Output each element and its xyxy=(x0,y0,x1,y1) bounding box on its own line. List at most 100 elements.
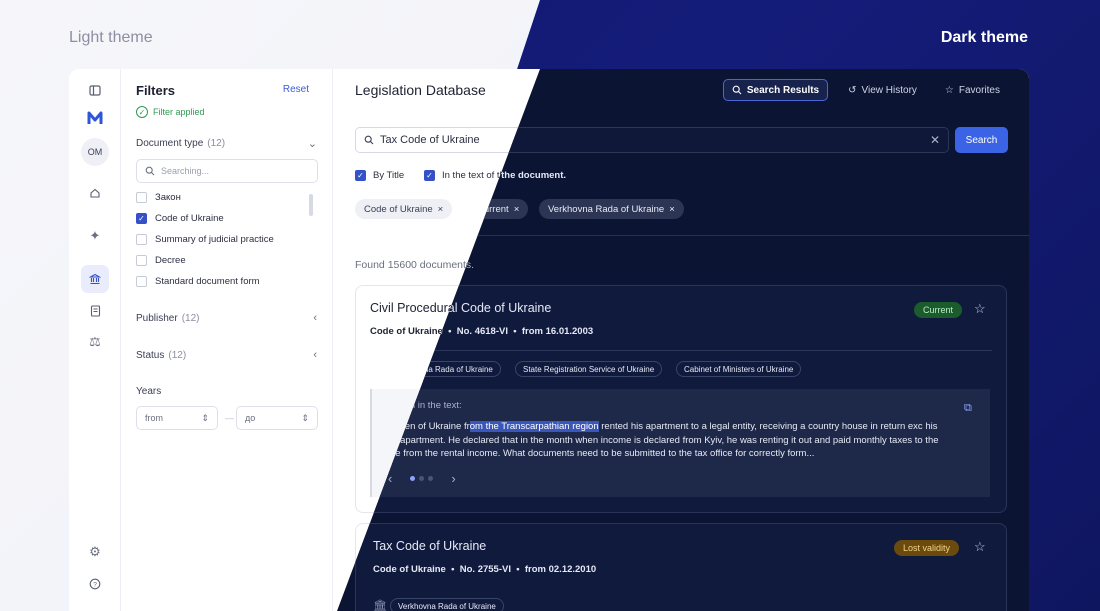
option-code-of-ukraine[interactable]: ✓ Code of Ukraine xyxy=(136,213,224,224)
tab-view-history[interactable]: ↺ View History xyxy=(840,79,925,101)
option-judicial-practice[interactable]: Summary of judicial practice xyxy=(136,234,274,245)
search-button[interactable]: Search xyxy=(955,127,1008,153)
snippet-highlight: om the Transcarpathian region xyxy=(469,421,599,432)
option-standard-form[interactable]: Standard document form xyxy=(136,276,260,287)
result-date: from 16.01.2003 xyxy=(521,326,594,337)
tab-favorites[interactable]: ☆ Favorites xyxy=(937,79,1008,101)
clear-icon[interactable]: ✕ xyxy=(930,133,940,147)
checkbox[interactable] xyxy=(136,255,147,266)
status-count: (12) xyxy=(168,349,187,361)
logo-icon xyxy=(83,107,107,129)
sparkle-icon[interactable]: ✦ xyxy=(81,222,109,250)
publisher-count: (12) xyxy=(181,312,200,324)
checkbox-checked[interactable]: ✓ xyxy=(424,170,435,181)
document-icon[interactable] xyxy=(81,297,109,325)
publisher-section[interactable]: Publisher (12) ‹ xyxy=(136,312,317,324)
year-to-select[interactable]: до ⇕ xyxy=(236,406,318,430)
filter-scrollbar[interactable] xyxy=(309,194,313,216)
snippet-pager: ‹ › xyxy=(388,471,456,486)
result-number: No. 4618-VI xyxy=(456,326,508,337)
filter-applied-status: ✓ Filter applied xyxy=(136,106,205,118)
tab-label: Favorites xyxy=(958,84,1000,96)
checkbox-checked[interactable]: ✓ xyxy=(355,170,366,181)
pager-dots xyxy=(410,476,434,481)
snippet-text: A citizen of Ukraine from the Transcarpa… xyxy=(380,420,950,461)
chevron-down-icon: ⌄ xyxy=(307,138,317,150)
home-icon[interactable] xyxy=(81,179,109,207)
year-to-value: до xyxy=(245,413,256,423)
checkbox-checked[interactable]: ✓ xyxy=(136,213,147,224)
pager-dot[interactable] xyxy=(419,476,425,481)
chip-verkhovna-rada[interactable]: Verkhovna Rada of Ukraine × xyxy=(539,199,684,219)
option-decree[interactable]: Decree xyxy=(136,255,186,266)
tab-label: View History xyxy=(861,84,917,96)
svg-text:?: ? xyxy=(93,581,97,588)
option-zakon[interactable]: Закон xyxy=(136,192,181,203)
result-type: Code of Ukraine xyxy=(370,326,443,337)
chevron-right-icon[interactable]: › xyxy=(451,471,455,486)
option-label: Standard document form xyxy=(155,276,260,287)
years-label: Years xyxy=(136,386,162,397)
checkbox[interactable] xyxy=(136,276,147,287)
chip-label: Code of Ukraine xyxy=(364,203,433,215)
range-dash: — xyxy=(225,413,234,423)
publisher-label: Publisher xyxy=(136,312,178,324)
close-icon[interactable]: × xyxy=(438,204,444,215)
publisher-tag[interactable]: State Registration Service of Ukraine xyxy=(515,361,663,377)
by-title-checkbox[interactable]: ✓ By Title xyxy=(355,170,404,181)
card-divider xyxy=(370,350,992,351)
scales-icon[interactable]: ⚖ xyxy=(81,328,109,356)
filter-applied-label: Filter applied xyxy=(153,107,205,117)
option-label: Summary of judicial practice xyxy=(155,234,274,245)
result-type: Code of Ukraine xyxy=(373,564,446,575)
close-icon[interactable]: × xyxy=(514,204,520,215)
result-title[interactable]: Tax Code of Ukraine xyxy=(373,539,486,553)
chip-label: Verkhovna Rada of Ukraine xyxy=(548,203,665,215)
status-section[interactable]: Status (12) ‹ xyxy=(136,349,317,361)
filters-title: Filters xyxy=(136,83,176,98)
page-title: Legislation Database xyxy=(355,82,486,98)
document-type-label: Document type xyxy=(136,138,204,149)
institution-icon: 🏛 xyxy=(373,600,387,611)
sidebar-toggle-icon[interactable] xyxy=(81,76,109,104)
search-icon xyxy=(145,166,155,176)
close-icon[interactable]: × xyxy=(669,204,675,215)
sort-icon: ⇕ xyxy=(201,412,209,423)
chip-code-of-ukraine[interactable]: Code of Ukraine × xyxy=(355,199,453,219)
pager-dot[interactable] xyxy=(428,476,434,481)
app-window: OM ✦ ⚖ ⚙ ? Filters Reset ✓ Filter applie… xyxy=(69,69,1029,611)
result-number: No. 2755-VI xyxy=(459,564,511,575)
publisher-tag[interactable]: Verkhovna Rada of Ukraine xyxy=(390,598,504,611)
option-label: Закон xyxy=(155,192,181,203)
status-badge: Lost validity xyxy=(894,540,960,556)
settings-icon[interactable]: ⚙ xyxy=(81,538,109,566)
light-theme-label: Light theme xyxy=(69,29,153,46)
pager-dot-active[interactable] xyxy=(410,476,416,481)
dark-theme-label: Dark theme xyxy=(940,29,1028,46)
sort-icon: ⇕ xyxy=(301,412,309,423)
nav-rail: OM ✦ ⚖ ⚙ ? xyxy=(69,69,121,611)
history-icon: ↺ xyxy=(848,84,857,96)
result-meta: Code of Ukraine • No. 2755-VI • from 02.… xyxy=(373,564,597,575)
chevron-left-icon[interactable]: ‹ xyxy=(388,471,392,486)
checkbox[interactable] xyxy=(136,192,147,203)
favorite-star-icon[interactable]: ☆ xyxy=(974,301,986,317)
filter-search-placeholder: Searching... xyxy=(161,166,210,176)
tab-search-results[interactable]: Search Results xyxy=(722,79,829,101)
avatar[interactable]: OM xyxy=(81,138,109,166)
favorite-star-icon[interactable]: ☆ xyxy=(974,539,986,555)
chevron-left-icon: ‹ xyxy=(313,312,317,324)
checkbox[interactable] xyxy=(136,234,147,245)
document-type-section[interactable]: Document type (12) ⌄ xyxy=(136,137,317,150)
status-label: Status xyxy=(136,349,165,361)
results-count: Found 15600 documents. xyxy=(355,259,475,271)
year-from-select[interactable]: from ⇕ xyxy=(136,406,218,430)
status-badge: Current xyxy=(914,302,963,318)
filter-search-input[interactable]: Searching... xyxy=(136,159,318,183)
reset-button[interactable]: Reset xyxy=(283,84,309,95)
help-icon[interactable]: ? xyxy=(81,570,109,598)
external-link-icon[interactable]: ⧉ xyxy=(964,402,972,415)
chevron-left-icon: ‹ xyxy=(313,349,317,361)
legislation-icon[interactable] xyxy=(81,265,109,293)
publisher-tag[interactable]: Cabinet of Ministers of Ukraine xyxy=(676,361,802,377)
